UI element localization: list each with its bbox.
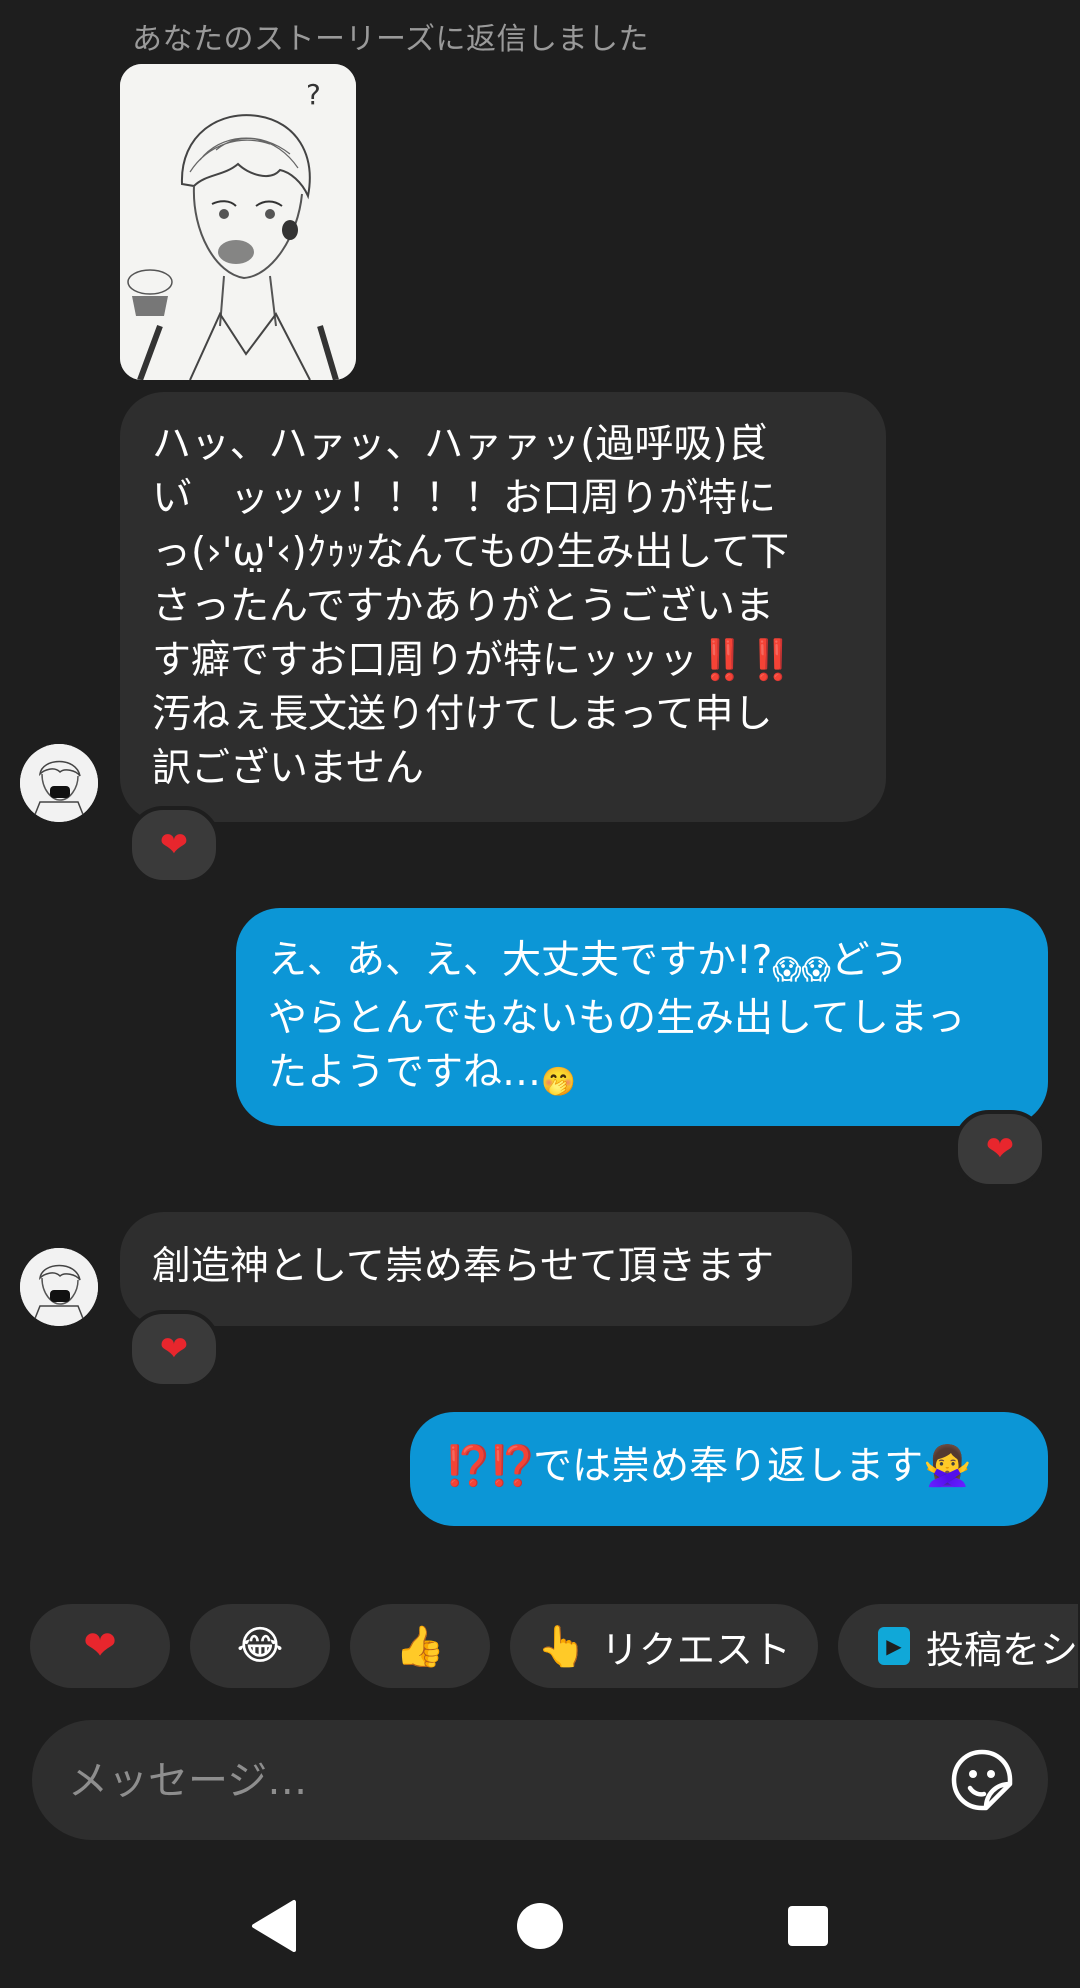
- message-text: ⁉️⁉️では崇め奉り返します🙅‍♀️: [444, 1440, 1018, 1494]
- heart-reaction-badge[interactable]: ❤: [954, 1110, 1046, 1188]
- quick-reply-label: 投稿をシ: [925, 1627, 1078, 1672]
- svg-text:?: ?: [306, 78, 321, 111]
- back-triangle-icon[interactable]: [244, 1896, 304, 1956]
- hand-over-mouth-emoji-icon: 🤭: [541, 1065, 576, 1098]
- pointing-hand-emoji-icon: 👆: [537, 1623, 587, 1670]
- thumbs-up-emoji-icon: 👍: [395, 1623, 445, 1670]
- story-sketch-image: ?: [120, 64, 356, 380]
- sender-avatar[interactable]: [20, 1248, 98, 1326]
- quick-reply-row: ❤ 😂 👍 👆 リクエスト ▶ 投稿をシ: [30, 1604, 1078, 1688]
- outgoing-message-bubble[interactable]: ⁉️⁉️では崇め奉り返します🙅‍♀️: [410, 1412, 1048, 1526]
- sticker-icon[interactable]: [950, 1748, 1014, 1812]
- quick-reply-request[interactable]: 👆 リクエスト: [510, 1604, 818, 1688]
- message-text: ハッ、ハァッ、ハァァッ(過呼吸)良゙ い゙ ッッッ！！！！お口周りが特に っ(›…: [152, 422, 796, 791]
- tears-of-joy-emoji-icon: 😂: [236, 1623, 284, 1669]
- story-thumbnail[interactable]: ?: [120, 64, 356, 380]
- quick-reply-laughing[interactable]: 😂: [190, 1604, 330, 1688]
- story-reply-note: あなたのストーリーズに返信しました: [132, 22, 649, 57]
- heart-icon: ❤: [985, 1129, 1015, 1169]
- screaming-face-emoji-icon: 😱😱: [772, 953, 831, 986]
- avatar-sketch-image: [20, 744, 98, 822]
- quick-reply-label: リクエスト: [600, 1627, 791, 1672]
- play-post-icon: ▶: [878, 1627, 910, 1665]
- exclamation-question-emoji-icon: ⁉️⁉️: [444, 1444, 537, 1489]
- outgoing-message-bubble[interactable]: え、あ、え、大丈夫ですか!?😱😱どう やらとんでもないもの生み出してしまっ たよ…: [236, 908, 1048, 1126]
- avatar-sketch-image: [20, 1248, 98, 1326]
- incoming-message-bubble[interactable]: ハッ、ハァッ、ハァァッ(過呼吸)良゙ い゙ ッッッ！！！！お口周りが特に っ(›…: [120, 392, 886, 822]
- system-navigation-bar: [0, 1870, 1080, 1988]
- heart-reaction-badge[interactable]: ❤: [128, 806, 220, 884]
- message-text: え、あ、え、大丈夫ですか!?😱😱どう やらとんでもないもの生み出してしまっ たよ…: [268, 934, 1018, 1104]
- heart-reaction-badge[interactable]: ❤: [128, 1310, 220, 1388]
- message-input[interactable]: [66, 1720, 930, 1842]
- message-composer: [32, 1720, 1048, 1842]
- quick-reply-thumbs-up[interactable]: 👍: [350, 1604, 490, 1688]
- message-text: 創造神として崇め奉らせて頂きます: [152, 1244, 775, 1289]
- quick-reply-share-post[interactable]: ▶ 投稿をシ: [838, 1604, 1078, 1688]
- gesturing-no-emoji-icon: 🙅‍♀️: [923, 1444, 972, 1489]
- recents-square-icon[interactable]: [778, 1896, 838, 1956]
- sender-avatar[interactable]: [20, 744, 98, 822]
- home-circle-icon[interactable]: [510, 1896, 570, 1956]
- message-text-part: では崇め奉り返します: [533, 1444, 924, 1489]
- heart-icon: ❤: [83, 1623, 117, 1669]
- quick-reply-heart[interactable]: ❤: [30, 1604, 170, 1688]
- heart-icon: ❤: [159, 1329, 189, 1369]
- incoming-message-bubble[interactable]: 創造神として崇め奉らせて頂きます: [120, 1212, 852, 1326]
- message-text-part: え、あ、え、大丈夫ですか!?: [268, 938, 773, 983]
- heart-icon: ❤: [159, 825, 189, 865]
